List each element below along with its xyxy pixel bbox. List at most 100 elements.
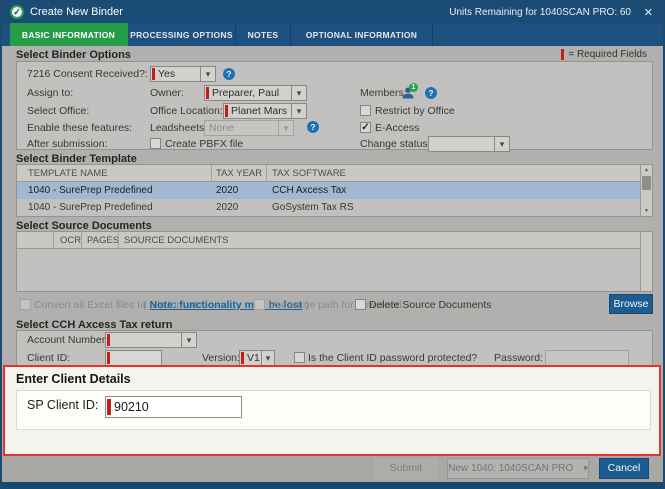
window-bottom-edge: [2, 482, 663, 487]
enable-features-label: Enable these features:: [27, 122, 133, 134]
version-dropdown[interactable]: V1 ▾: [239, 350, 275, 366]
select-office-label: Select Office:: [27, 105, 90, 117]
sp-client-id-field[interactable]: [105, 396, 242, 418]
required-fields-legend: = Required Fields: [561, 49, 647, 60]
leadsheets-help-icon[interactable]: ?: [307, 121, 319, 133]
source-documents-table: OCR PAGES SOURCE DOCUMENTS: [16, 231, 653, 292]
required-marker: [206, 87, 209, 99]
column-divider: [81, 232, 82, 249]
password-protected-label: Is the Client ID password protected?: [308, 352, 478, 364]
scan-type-value: New 1040: 1040SCAN PRO: [448, 463, 574, 474]
delete-source-documents-checkbox[interactable]: [355, 299, 366, 310]
tax-year-cell: 2020: [216, 185, 239, 196]
client-id-label: Client ID:: [27, 352, 71, 364]
chevron-down-icon: ▾: [200, 67, 215, 81]
owner-dropdown[interactable]: Preparer, Paul ▾: [204, 85, 307, 101]
client-id-input[interactable]: [105, 350, 162, 366]
consent-help-icon[interactable]: ?: [223, 68, 235, 80]
col-tax-software: TAX SOFTWARE: [272, 168, 346, 179]
template-table-scrollbar[interactable]: ▲ ▼: [640, 165, 652, 216]
template-table-header: TEMPLATE NAME TAX YEAR TAX SOFTWARE: [17, 165, 652, 182]
members-label: Members:: [360, 87, 407, 99]
leadsheets-dropdown: None ▾: [204, 120, 294, 136]
office-location-label: Office Location:: [150, 105, 223, 117]
chevron-down-icon: ▾: [583, 463, 588, 473]
required-legend-text: = Required Fields: [568, 49, 647, 60]
consent-value: Yes: [158, 68, 176, 80]
binder-check-icon: ✓: [10, 5, 24, 19]
change-status-dropdown[interactable]: ▾: [428, 136, 510, 152]
create-new-binder-dialog: ✓ Create New Binder Units Remaining for …: [0, 0, 665, 489]
scroll-down-icon[interactable]: ▼: [641, 206, 652, 216]
office-location-dropdown[interactable]: Planet Mars ▾: [223, 103, 307, 119]
tax-software-cell: GoSystem Tax RS: [272, 202, 354, 213]
required-marker: [561, 49, 565, 60]
browse-button[interactable]: Browse: [609, 294, 653, 314]
tax-software-cell: CCH Axcess Tax: [272, 185, 347, 196]
password-input: [545, 350, 629, 366]
required-marker: [152, 68, 155, 80]
title-bar: ✓ Create New Binder Units Remaining for …: [2, 2, 663, 23]
note-prefix: (: [143, 299, 147, 311]
required-marker: [107, 334, 110, 346]
consent-label: 7216 Consent Received?:: [27, 68, 148, 80]
after-submission-label: After submission:: [27, 138, 108, 150]
tab-processing-options[interactable]: PROCESSING OPTIONS: [128, 23, 236, 46]
create-pbfx-label: Create PBFX file: [165, 138, 244, 150]
account-number-label: Account Number:: [27, 334, 109, 346]
eaccess-label: E-Access: [375, 122, 420, 134]
tax-year-cell: 2020: [216, 202, 239, 213]
column-divider: [53, 232, 54, 249]
chevron-down-icon: ▾: [291, 104, 306, 118]
tab-basic-information[interactable]: BASIC INFORMATION: [10, 23, 128, 46]
tab-optional-information[interactable]: OPTIONAL INFORMATION: [291, 23, 433, 46]
source-table-header: OCR PAGES SOURCE DOCUMENTS: [17, 232, 652, 249]
password-label: Password:: [494, 352, 544, 364]
window-title: Create New Binder: [30, 6, 123, 18]
owner-label: Owner:: [150, 87, 184, 99]
sp-client-id-label: SP Client ID:: [27, 398, 99, 412]
units-remaining-text: Units Remaining for 1040SCAN PRO: 60: [449, 7, 631, 18]
enter-client-details-title: Enter Client Details: [16, 372, 131, 386]
submit-button[interactable]: Submit: [374, 458, 438, 479]
convert-excel-checkbox: [20, 299, 31, 310]
tab-notes[interactable]: NOTES: [236, 23, 291, 46]
create-pbfx-checkbox[interactable]: [150, 138, 161, 149]
col-tax-year: TAX YEAR: [216, 168, 263, 179]
binder-template-table: TEMPLATE NAME TAX YEAR TAX SOFTWARE 1040…: [16, 164, 653, 217]
required-marker: [225, 105, 228, 117]
col-source-documents: SOURCE DOCUMENTS: [124, 235, 229, 246]
template-name-cell: 1040 - SurePrep Predefined: [28, 202, 153, 213]
close-icon[interactable]: ✕: [644, 6, 653, 19]
assign-to-label: Assign to:: [27, 87, 74, 99]
consent-dropdown[interactable]: Yes ▾: [150, 66, 216, 82]
restrict-by-office-checkbox[interactable]: [360, 105, 371, 116]
version-label: Version:: [202, 352, 240, 364]
chevron-down-icon: ▾: [181, 333, 196, 347]
template-row-selected[interactable]: 1040 - SurePrep Predefined 2020 CCH Axce…: [17, 182, 640, 199]
scroll-up-icon[interactable]: ▲: [641, 165, 652, 175]
chevron-down-icon: ▾: [291, 86, 306, 100]
column-divider: [266, 165, 267, 182]
scrollbar-thumb[interactable]: [642, 176, 651, 190]
column-divider: [211, 165, 212, 182]
leadsheets-value: None: [209, 122, 235, 134]
binder-options-title: Select Binder Options: [16, 49, 131, 61]
office-location-value: Planet Mars: [231, 105, 288, 117]
members-help-icon[interactable]: ?: [425, 87, 437, 99]
version-value: V1: [247, 352, 260, 364]
tab-bar: BASIC INFORMATION PROCESSING OPTIONS NOT…: [2, 23, 663, 46]
delete-source-documents-label: Delete Source Documents: [369, 299, 492, 311]
enter-client-details-callout: Enter Client Details SP Client ID:: [3, 365, 661, 456]
chevron-down-icon: ▾: [278, 121, 293, 135]
account-number-dropdown[interactable]: ▾: [105, 332, 197, 348]
sp-client-id-input[interactable]: [111, 397, 241, 417]
chevron-down-icon: ▾: [494, 137, 509, 151]
column-divider: [118, 232, 119, 249]
scan-type-dropdown[interactable]: New 1040: 1040SCAN PRO ▾: [447, 458, 589, 479]
source-table-scrollbar[interactable]: [640, 232, 652, 291]
template-row[interactable]: 1040 - SurePrep Predefined 2020 GoSystem…: [17, 199, 640, 216]
password-protected-checkbox[interactable]: [294, 352, 305, 363]
eaccess-checkbox[interactable]: ✓: [360, 122, 371, 133]
cancel-button[interactable]: Cancel: [599, 458, 649, 479]
